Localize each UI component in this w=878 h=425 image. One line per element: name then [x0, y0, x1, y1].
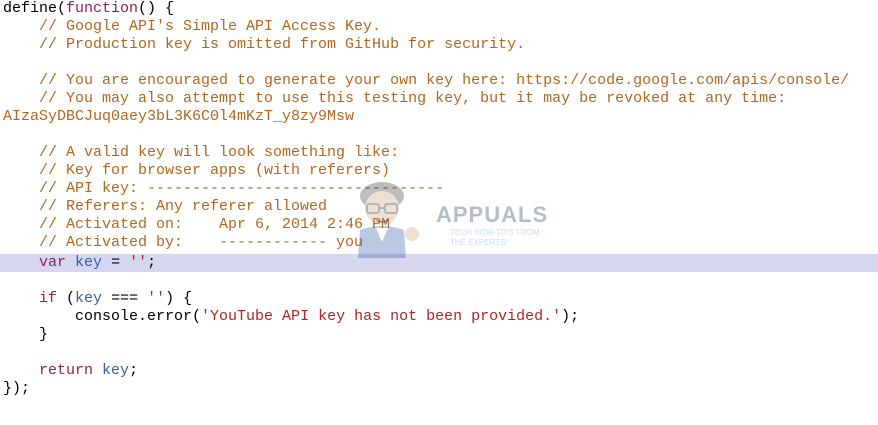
- keyword-token: return: [39, 362, 94, 379]
- string-token: '': [147, 290, 166, 307]
- code-line-19: }: [3, 326, 49, 343]
- operator-token: =: [102, 254, 130, 271]
- code-line-2: // Google API's Simple API Access Key.: [3, 18, 382, 35]
- keyword-token: if: [39, 290, 58, 307]
- operator-token: ===: [102, 290, 148, 307]
- keyword-token: function: [66, 0, 139, 17]
- code-line-11: // API key: ----------------------------…: [3, 180, 445, 197]
- code-text: define(: [3, 0, 67, 17]
- string-token: '': [129, 254, 148, 271]
- code-line-14: // Activated by: ------------ you: [3, 234, 364, 251]
- code-line-22: });: [3, 380, 31, 397]
- code-line-15-current[interactable]: var key = '';: [0, 254, 878, 272]
- code-line-17: if (key === '') {: [39, 290, 193, 307]
- code-line-12: // Referers: Any referer allowed: [3, 198, 328, 215]
- code-editor[interactable]: define(function() { // Google API's Simp…: [0, 0, 878, 425]
- variable-token: key: [75, 290, 103, 307]
- string-token: 'YouTube API key has not been provided.': [201, 308, 562, 325]
- keyword-token: var: [39, 254, 67, 271]
- code-line-1: define(function() {: [0, 0, 878, 18]
- code-line-9: // A valid key will look something like:: [3, 144, 400, 161]
- code-line-7: AIzaSyDBCJuq0aey3bL3K6C0l4mKzT_y8zy9Msw: [3, 108, 355, 125]
- code-line-3: // Production key is omitted from GitHub…: [3, 36, 526, 53]
- variable-token: key: [75, 254, 103, 271]
- code-line-18: console.error('YouTube API key has not b…: [3, 308, 580, 325]
- code-line-10: // Key for browser apps (with referers): [3, 162, 391, 179]
- code-text: () {: [138, 0, 175, 17]
- code-line-6: // You may also attempt to use this test…: [3, 90, 787, 107]
- code-line-5: // You are encouraged to generate your o…: [3, 72, 850, 89]
- code-line-21: return key;: [39, 362, 139, 379]
- code-line-13: // Activated on: Apr 6, 2014 2:46 PM: [3, 216, 391, 233]
- variable-token: key: [102, 362, 130, 379]
